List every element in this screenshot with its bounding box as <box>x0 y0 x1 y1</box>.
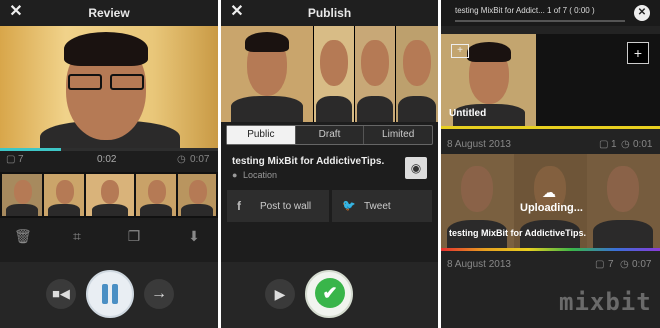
publish-title: Publish <box>307 6 352 20</box>
video-card-uploading[interactable]: ☁ Uploading... testing MixBit for Addict… <box>441 154 660 248</box>
location-map-button[interactable]: ◉ <box>405 157 427 179</box>
publish-frame <box>314 26 354 122</box>
clip-icon: ▢ <box>6 154 16 165</box>
item2-meta: 8 August 2013 ▢ 7 ◷ 0:07 <box>441 256 660 274</box>
review-video-preview[interactable] <box>0 26 218 148</box>
next-button[interactable]: → <box>144 279 174 309</box>
video-date: 8 August 2013 <box>447 139 511 150</box>
publish-cover-frame[interactable] <box>221 26 313 122</box>
clip-icon: ▢ <box>595 259 605 270</box>
video-duration: 0:01 <box>633 139 653 150</box>
item2-color-bar <box>441 248 660 251</box>
video-card-title: testing MixBit for AddictiveTips. <box>449 228 587 238</box>
facebook-icon: f <box>237 199 241 213</box>
clock-icon: ◷ <box>621 139 630 150</box>
clip-thumbnail[interactable] <box>86 174 134 216</box>
duplicate-icon[interactable]: ❐ <box>126 228 142 245</box>
video-duration: 0:07 <box>632 259 652 270</box>
facebook-share-label: Post to wall <box>260 201 312 212</box>
clip-count: 7 <box>608 259 614 270</box>
facebook-share-button[interactable]: f Post to wall <box>227 190 329 222</box>
tab-draft[interactable]: Draft <box>296 126 365 144</box>
upload-progress-track <box>455 20 625 22</box>
review-header: ✕ Review <box>0 0 218 26</box>
clip-count: 1 <box>611 139 617 150</box>
uploading-overlay-text: Uploading... <box>520 202 583 214</box>
upload-status-bar: testing MixBit for Addict... 1 of 7 ( 0:… <box>441 0 660 26</box>
clock-icon: ◷ <box>177 154 186 165</box>
save-clip-icon[interactable]: ⬇ <box>186 228 202 245</box>
clock-icon: ◷ <box>620 259 629 270</box>
visibility-selector[interactable]: Public Draft Limited <box>226 125 433 145</box>
trash-icon[interactable]: 🗑 <box>14 228 32 245</box>
clip-thumbnail[interactable] <box>44 174 84 216</box>
review-screen: ✕ Review ▢ 7 0:02 ◷ 0:07 🗑 ⌗ ❐ ⬇ ■◀ → <box>0 0 218 328</box>
publish-frame <box>396 26 438 122</box>
cancel-upload-icon[interactable]: ✕ <box>634 5 650 21</box>
mixbit-logo: mixbit <box>559 288 652 316</box>
crop-icon[interactable]: ⌗ <box>69 228 85 245</box>
review-meta-row: ▢ 7 0:02 ◷ 0:07 <box>0 151 218 169</box>
pause-button[interactable] <box>86 270 134 318</box>
video-date: 8 August 2013 <box>447 259 511 270</box>
video-card-untitled[interactable]: + + Untitled <box>441 34 660 126</box>
clip-icon: ▢ <box>599 139 609 150</box>
tab-public[interactable]: Public <box>227 126 296 144</box>
library-screen: testing MixBit for Addict... 1 of 7 ( 0:… <box>441 0 660 328</box>
location-pin-icon: ● <box>232 170 238 180</box>
upload-status-text: testing MixBit for Addict... 1 of 7 ( 0:… <box>455 6 595 15</box>
item1-meta: 8 August 2013 ▢ 1 ◷ 0:01 <box>441 136 660 154</box>
publish-header: ✕ Publish <box>221 0 438 26</box>
location-label[interactable]: Location <box>243 170 277 180</box>
twitter-icon: 🐦 <box>342 200 356 212</box>
review-title: Review <box>88 6 130 20</box>
publish-frame <box>355 26 395 122</box>
pause-icon-bar <box>112 284 118 304</box>
camera-button[interactable]: ■◀ <box>46 279 76 309</box>
checkmark-icon: ✔ <box>315 278 345 308</box>
clip-count: 7 <box>18 154 24 165</box>
twitter-share-button[interactable]: 🐦 Tweet <box>332 190 432 222</box>
upload-cloud-icon: ☁ <box>542 184 556 200</box>
expand-icon[interactable]: + <box>627 42 649 64</box>
twitter-share-label: Tweet <box>364 201 391 212</box>
tab-limited[interactable]: Limited <box>364 126 432 144</box>
current-time: 0:02 <box>97 154 117 165</box>
add-clip-icon[interactable]: + <box>451 44 469 58</box>
publish-confirm-button[interactable]: ✔ <box>305 270 353 318</box>
publish-screen: ✕ Publish Public Draft Limited testing M… <box>221 0 438 328</box>
video-card-thumbnail <box>587 154 660 248</box>
clip-thumbnail[interactable] <box>136 174 176 216</box>
video-card-title: Untitled <box>449 108 487 119</box>
pause-icon <box>102 284 108 304</box>
clip-thumbnail[interactable] <box>2 174 42 216</box>
clip-strip[interactable] <box>0 172 218 218</box>
item1-color-bar <box>441 126 660 129</box>
clip-thumbnail[interactable] <box>178 174 216 216</box>
video-title-field[interactable]: testing MixBit for AddictiveTips. <box>232 156 384 167</box>
publish-preview-strip <box>221 26 438 122</box>
total-time: 0:07 <box>190 154 210 165</box>
play-button[interactable]: ▶ <box>265 279 295 309</box>
